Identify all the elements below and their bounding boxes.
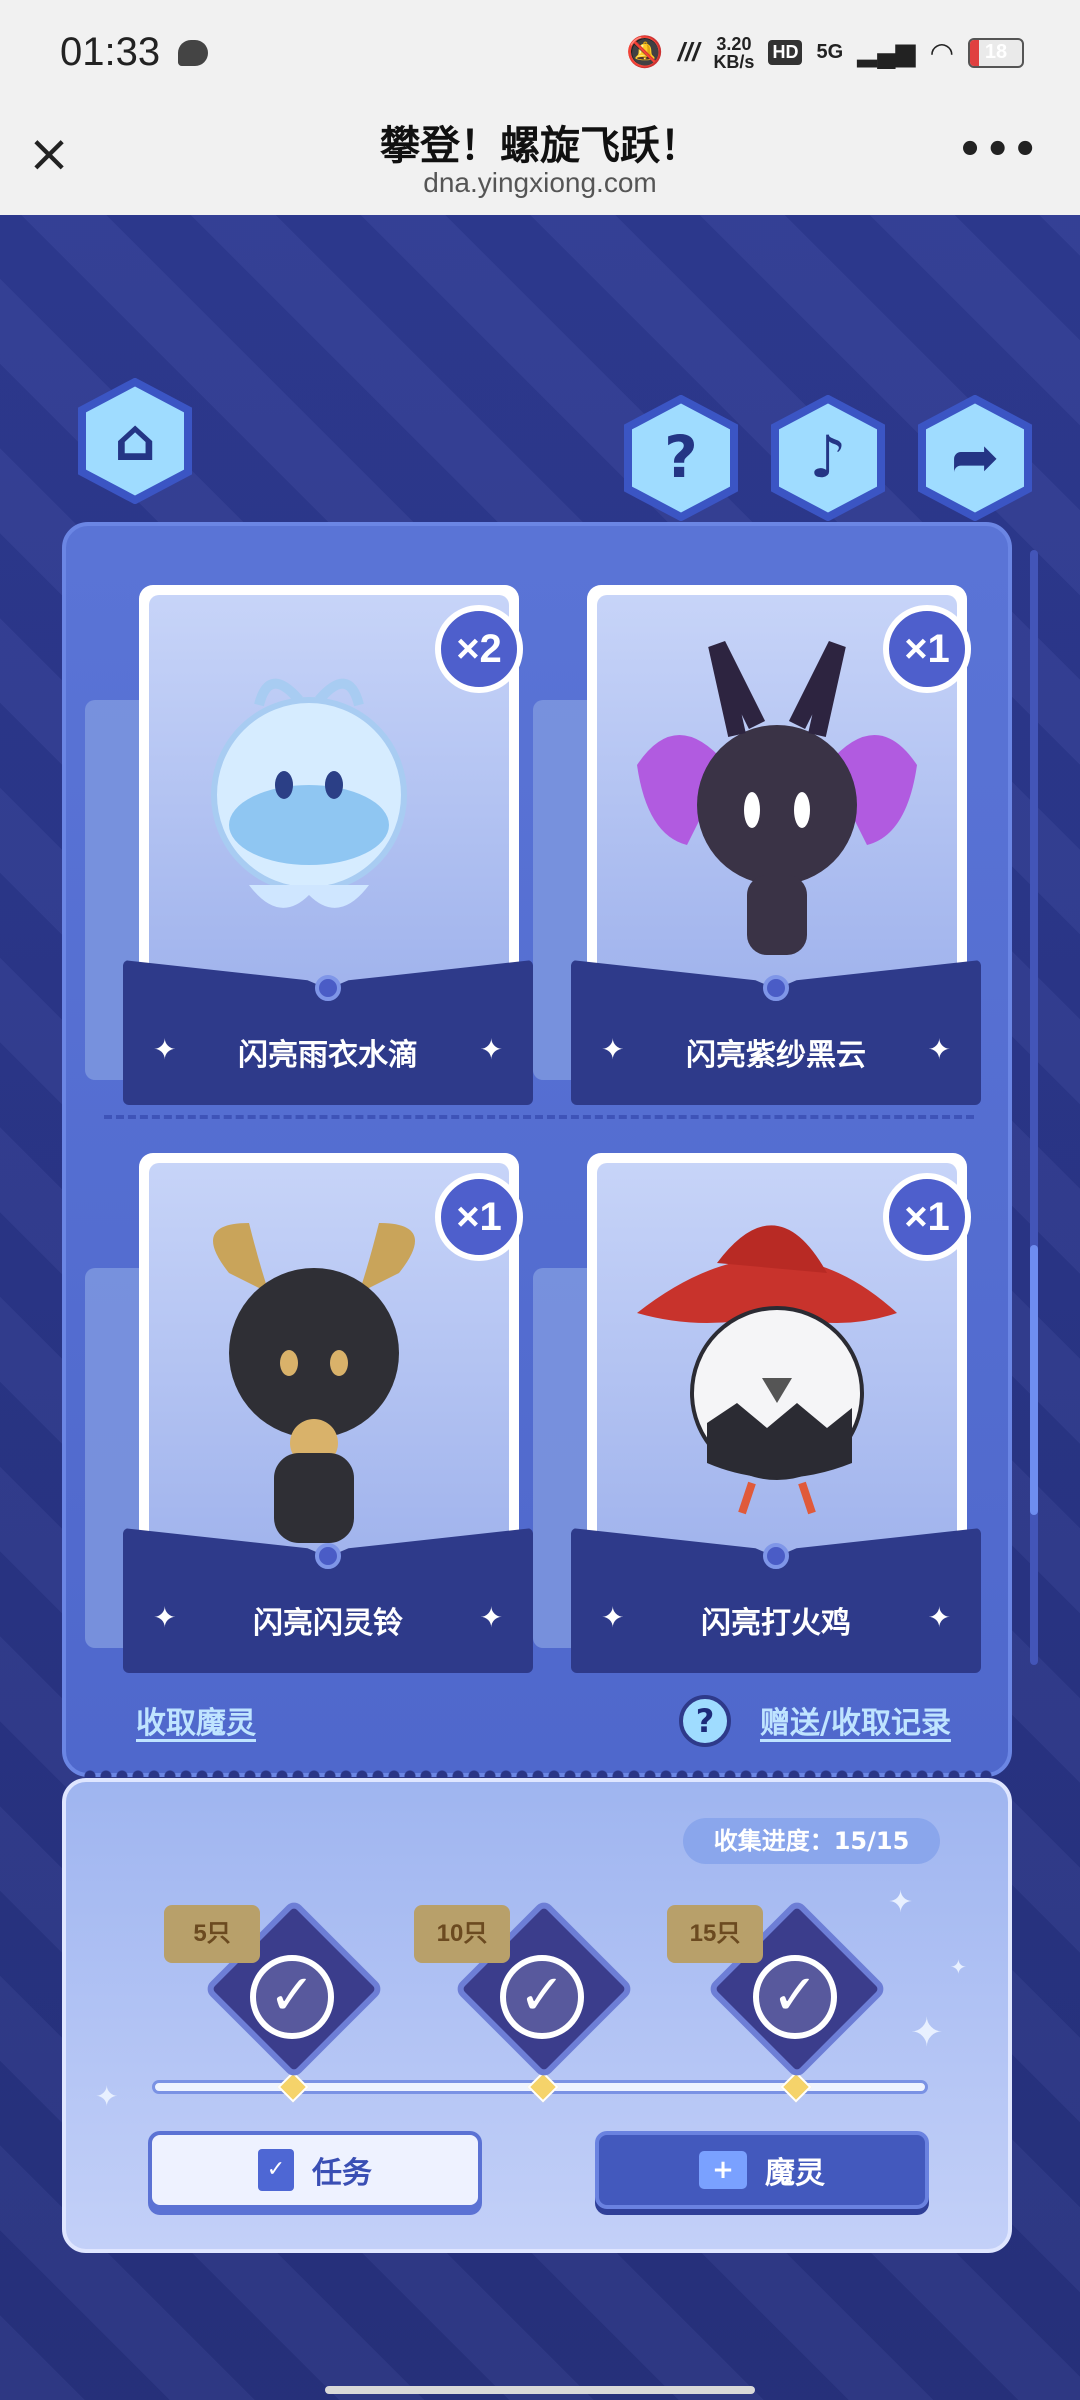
reward-milestone[interactable]: ✓ 5只 [164, 1895, 385, 2080]
count-badge: ×1 [435, 1173, 523, 1261]
music-icon: ♪ [809, 423, 847, 491]
collection-progress: 收集进度：15/15 [683, 1818, 940, 1864]
page-title: 攀登！螺旋飞跃！ [380, 123, 700, 169]
milestone-tag: 15只 [667, 1905, 763, 1963]
music-button[interactable]: ♪ [765, 394, 891, 522]
help-icon: ? [664, 423, 698, 491]
page-url: dna.yingxiong.com [423, 167, 657, 198]
battery-level: 18 [984, 40, 1008, 63]
scrollbar-thumb[interactable] [1030, 1245, 1038, 1515]
task-doc-icon: ✓ [258, 2149, 294, 2191]
card-pin [763, 975, 789, 1001]
spirit-card[interactable]: ×2 ✦ 闪亮雨衣水滴 ✦ [85, 585, 533, 1105]
hd-badge: HD [768, 40, 803, 65]
spirit-name: 闪亮闪灵铃 [253, 1606, 403, 1641]
sparkle-icon: ✦ [910, 2010, 944, 2056]
spirit-name: 闪亮雨衣水滴 [238, 1038, 418, 1073]
row-divider [104, 1115, 974, 1119]
task-button[interactable]: ✓ 任务 [148, 2131, 482, 2209]
card-pin [315, 975, 341, 1001]
spirit-card[interactable]: ×1 ✦ 闪亮闪灵铃 ✦ [85, 1153, 533, 1673]
share-button[interactable]: ➦ [912, 394, 1038, 522]
status-bar: 01:33 🔕 /// 3.20 KB/s HD 5G ▂▄▆ ◠ 18 [0, 0, 1080, 105]
sparkle-icon: ✦ [950, 1955, 967, 1979]
spirit-name: 闪亮紫纱黑云 [686, 1038, 866, 1073]
reward-milestone[interactable]: ✓ 10只 [414, 1895, 635, 2080]
help-icon[interactable]: ? [679, 1695, 731, 1747]
title-bar: × 攀登！螺旋飞跃！ dna.yingxiong.com ••• [0, 105, 1080, 215]
check-icon: ✓ [250, 1955, 334, 2039]
spirit-card[interactable]: ×1 ✦ 闪亮紫纱黑云 ✦ [533, 585, 981, 1105]
count-badge: ×1 [883, 1173, 971, 1261]
signal-5g: 5G [816, 41, 844, 63]
help-button[interactable]: ? [618, 394, 744, 522]
signal-bars-icon: ▂▄▆ [857, 37, 916, 67]
folder-add-icon: + [699, 2151, 747, 2189]
task-button-label: 任务 [312, 2156, 372, 2191]
status-time: 01:33 [60, 30, 161, 74]
check-icon: ✓ [753, 1955, 837, 2039]
speed-icon: /// [677, 37, 700, 67]
sparkle-icon: ✦ [927, 1601, 951, 1634]
spirit-button[interactable]: + 魔灵 [595, 2131, 929, 2209]
spirit-card[interactable]: ×1 ✦ 闪亮打火鸡 ✦ [533, 1153, 981, 1673]
reward-milestone[interactable]: ✓ 15只 [667, 1895, 888, 2080]
home-indicator[interactable] [325, 2386, 755, 2394]
more-icon[interactable]: ••• [957, 127, 1040, 173]
count-badge: ×1 [883, 605, 971, 693]
records-link[interactable]: 赠送/收取记录 [760, 1698, 951, 1742]
spirit-name: 闪亮打火鸡 [701, 1606, 851, 1641]
wifi-icon: ◠ [929, 37, 954, 68]
sparkle-icon: ✦ [479, 1033, 503, 1066]
net-speed: 3.20 KB/s [713, 35, 754, 71]
spirit-button-label: 魔灵 [765, 2156, 825, 2191]
card-pin [763, 1543, 789, 1569]
sparkle-icon: ✦ [888, 1885, 914, 1920]
card-pin [315, 1543, 341, 1569]
progress-label: 收集进度： [713, 1827, 834, 1855]
collect-spirit-link[interactable]: 收取魔灵 [136, 1698, 256, 1742]
count-badge: ×2 [435, 605, 523, 693]
sparkle-icon: ✦ [95, 2080, 119, 2113]
share-icon: ➦ [950, 423, 1000, 491]
message-icon [178, 39, 209, 66]
sparkle-icon: ✦ [479, 1601, 503, 1634]
sparkle-icon: ✦ [927, 1033, 951, 1066]
home-icon: ⌂ [114, 406, 156, 474]
progress-value: 15/15 [833, 1827, 910, 1855]
home-button[interactable]: ⌂ [72, 377, 198, 505]
battery-icon: 18 [968, 37, 1024, 68]
mute-icon: 🔕 [626, 36, 664, 69]
check-icon: ✓ [500, 1955, 584, 2039]
net-speed-value: 3.20 [716, 33, 752, 54]
milestone-tag: 5只 [164, 1905, 260, 1963]
net-speed-unit: KB/s [713, 51, 755, 72]
milestone-tag: 10只 [414, 1905, 510, 1963]
